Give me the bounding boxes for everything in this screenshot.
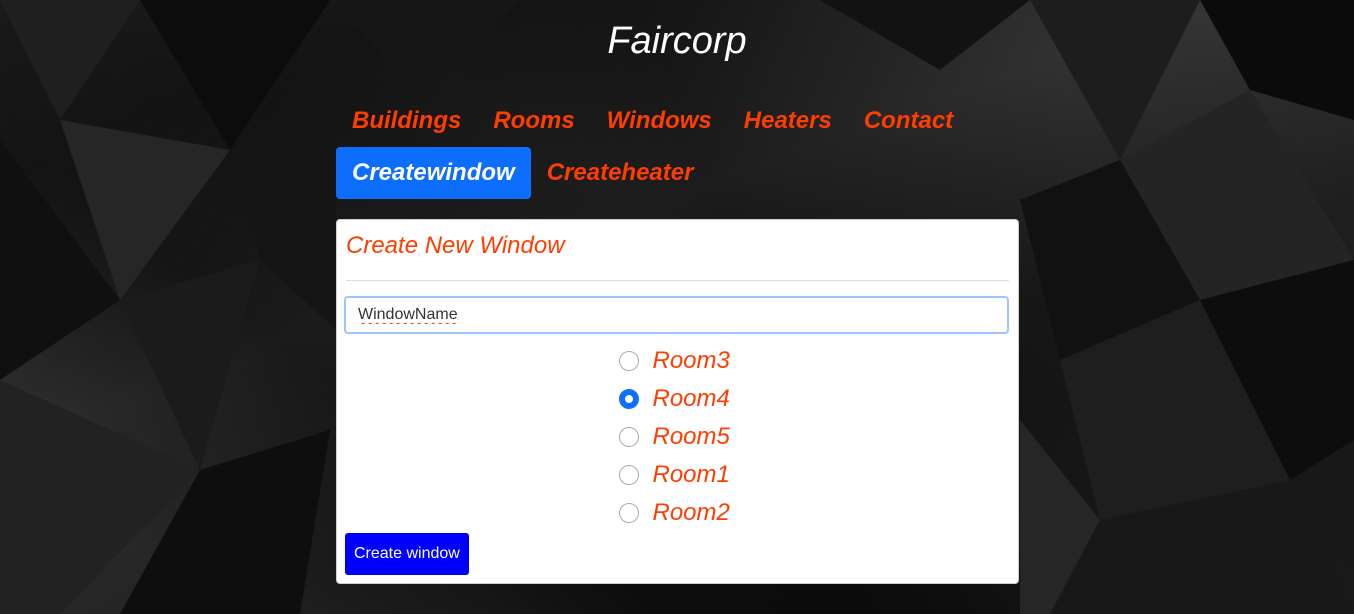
room-radio-group: Room3 Room4 Room5 Room1 Room2 xyxy=(337,342,1018,532)
radio-room3[interactable] xyxy=(618,351,639,371)
nav-row-secondary: Createwindow Createheater xyxy=(336,147,1026,199)
radio-room4[interactable] xyxy=(618,389,639,409)
room-option-label: Room1 xyxy=(652,461,730,488)
room-option-label: Room4 xyxy=(652,385,730,412)
create-window-form: Create New Window Room3 Room4 Room5 Room… xyxy=(336,219,1019,584)
room-option[interactable]: Room4 xyxy=(337,380,1018,418)
nav-link-createwindow[interactable]: Createwindow xyxy=(336,147,531,199)
room-option[interactable]: Room1 xyxy=(337,456,1018,494)
radio-room5[interactable] xyxy=(618,427,639,447)
room-option[interactable]: Room5 xyxy=(337,418,1018,456)
nav-link-windows[interactable]: Windows xyxy=(591,95,728,147)
radio-room2[interactable] xyxy=(618,503,639,523)
room-option-label: Room2 xyxy=(652,499,730,526)
nav-row-primary: Buildings Rooms Windows Heaters Contact xyxy=(336,95,1026,147)
create-window-button[interactable]: Create window xyxy=(345,533,469,575)
room-option[interactable]: Room3 xyxy=(337,342,1018,380)
nav-link-createheater[interactable]: Createheater xyxy=(531,147,710,199)
nav-link-heaters[interactable]: Heaters xyxy=(728,95,848,147)
form-title: Create New Window xyxy=(346,232,565,259)
room-option-label: Room3 xyxy=(652,347,730,374)
page-title: Faircorp xyxy=(607,20,747,62)
nav-link-contact[interactable]: Contact xyxy=(848,95,969,147)
room-option-label: Room5 xyxy=(652,423,730,450)
nav-link-rooms[interactable]: Rooms xyxy=(477,95,590,147)
form-divider xyxy=(346,280,1009,281)
radio-room1[interactable] xyxy=(618,465,639,485)
room-option[interactable]: Room2 xyxy=(337,494,1018,532)
nav-link-buildings[interactable]: Buildings xyxy=(336,95,477,147)
main-nav: Buildings Rooms Windows Heaters Contact … xyxy=(336,95,1026,199)
window-name-input[interactable] xyxy=(344,296,1009,334)
